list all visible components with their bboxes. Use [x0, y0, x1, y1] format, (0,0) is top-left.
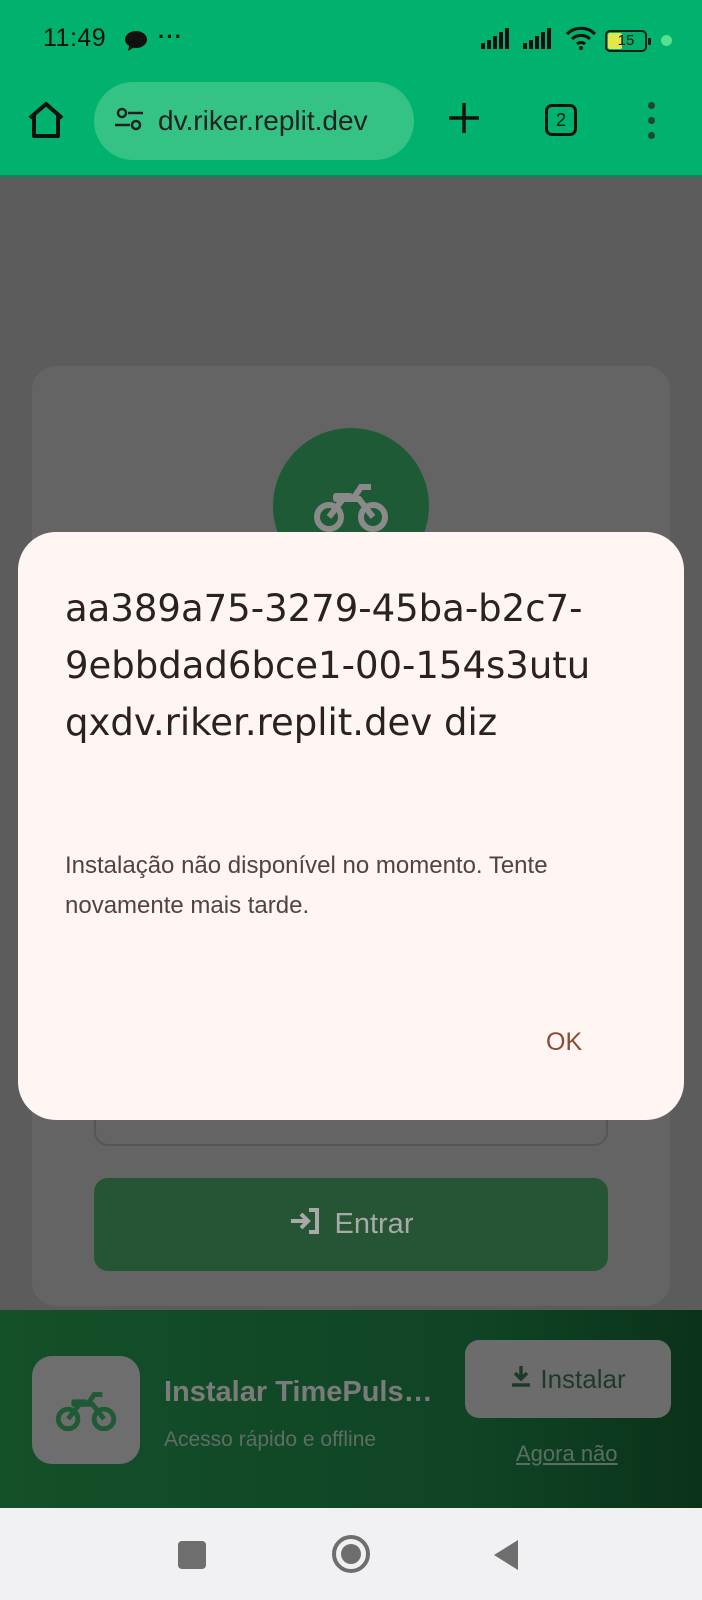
dismiss-link[interactable]: Agora não	[516, 1441, 618, 1467]
install-button-label: Instalar	[540, 1363, 626, 1394]
download-icon	[510, 1364, 532, 1395]
login-button-label: Entrar	[334, 1208, 414, 1240]
address-bar[interactable]: dv.riker.replit.dev	[94, 82, 414, 160]
signal-icon	[523, 27, 557, 54]
system-nav-bar	[0, 1508, 702, 1600]
wifi-icon	[565, 26, 597, 55]
dialog-title: aa389a75-3279-45ba-b2c7-9ebbdad6bce1-00-…	[65, 587, 591, 744]
new-tab-icon[interactable]	[446, 100, 482, 141]
install-banner: Instalar TimePuls… Acesso rápido e offli…	[0, 1310, 702, 1508]
signal-icon	[481, 27, 515, 54]
motorcycle-icon	[55, 1392, 117, 1432]
ok-button[interactable]: OK	[536, 1022, 592, 1063]
alert-dialog: aa389a75-3279-45ba-b2c7-9ebbdad6bce1-00-…	[18, 532, 684, 1120]
install-banner-title: Instalar TimePuls…	[164, 1376, 433, 1408]
url-text[interactable]: dv.riker.replit.dev	[158, 105, 368, 137]
tab-switcher-button[interactable]: 2	[545, 104, 577, 136]
recents-icon[interactable]	[178, 1541, 206, 1569]
login-icon	[289, 1207, 321, 1243]
home-icon[interactable]	[26, 100, 66, 145]
home-nav-icon[interactable]	[332, 1535, 370, 1573]
dialog-message: Instalação não disponível no momento. Te…	[65, 852, 548, 919]
more-notifications-icon: ···	[158, 24, 183, 49]
install-button[interactable]: Instalar	[465, 1340, 671, 1418]
privacy-indicator-dot	[661, 35, 672, 46]
chat-icon	[124, 30, 148, 57]
back-icon[interactable]	[494, 1540, 518, 1570]
app-icon	[32, 1356, 140, 1464]
motorcycle-icon	[314, 484, 388, 532]
status-bar: 11:49 ··· 15	[0, 0, 702, 78]
battery-level: 15	[617, 31, 635, 49]
toolbar-divider	[0, 175, 702, 177]
site-settings-icon[interactable]	[114, 106, 144, 137]
login-button[interactable]: Entrar	[94, 1178, 608, 1271]
more-menu-icon[interactable]	[648, 102, 655, 139]
battery-icon: 15	[605, 29, 651, 52]
browser-toolbar: dv.riker.replit.dev 2	[0, 78, 702, 176]
status-time: 11:49	[43, 24, 107, 52]
install-banner-subtitle: Acesso rápido e offline	[164, 1428, 377, 1451]
